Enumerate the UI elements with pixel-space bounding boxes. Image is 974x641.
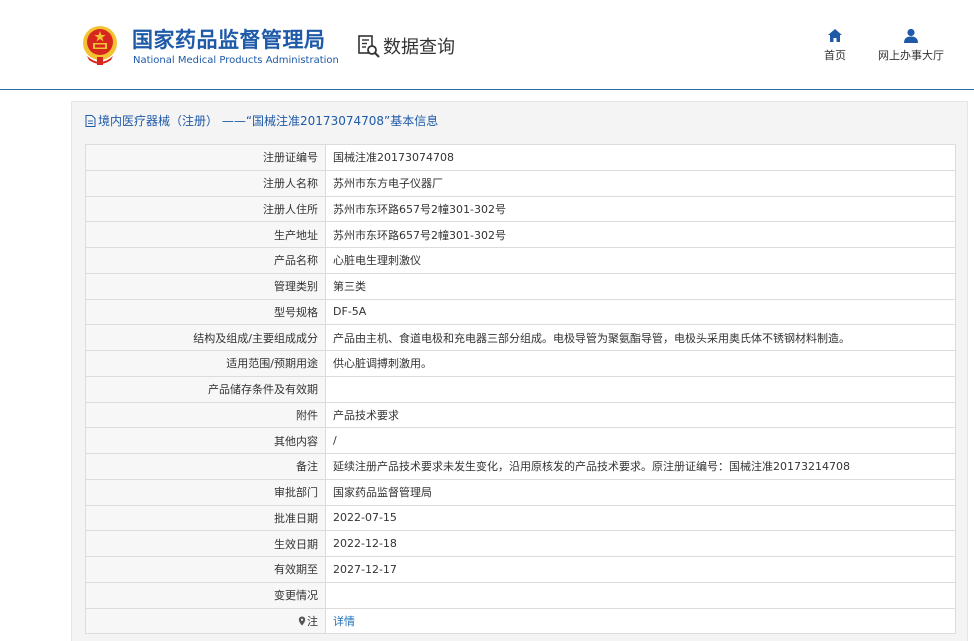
field-label: 批准日期 [85,504,326,532]
table-row: 管理类别 第三类 [85,272,956,300]
document-icon [85,114,96,127]
table-row: 注 详情 [85,607,956,635]
table-row: 注册人住所 苏州市东环路657号2幢301-302号 [85,195,956,223]
field-label: 审批部门 [85,478,326,506]
field-value [325,581,956,609]
table-row: 批准日期 2022-07-15 [85,504,956,532]
field-value: 苏州市东环路657号2幢301-302号 [325,195,956,223]
field-label: 产品名称 [85,247,326,274]
table-row: 审批部门 国家药品监督管理局 [85,478,956,506]
table-row: 注册证编号 国械注准20173074708 [85,144,956,171]
details-link[interactable]: 详情 [333,615,355,628]
field-label-note: 注 [85,607,326,635]
table-row: 适用范围/预期用途 供心脏调搏刺激用。 [85,350,956,377]
data-query-title[interactable]: 数据查询 [357,33,455,59]
nav-home[interactable]: 首页 [821,28,849,63]
field-label: 型号规格 [85,298,326,326]
org-name-en: National Medical Products Administration [133,55,339,66]
nav-home-label: 首页 [824,49,846,62]
field-value: 详情 [325,607,956,635]
table-row: 注册人名称 苏州市东方电子仪器厂 [85,169,956,197]
field-value: 苏州市东方电子仪器厂 [325,169,956,197]
field-value: 产品由主机、食道电极和充电器三部分组成。电极导管为聚氨酯导管，电极头采用奥氏体不… [325,324,956,351]
field-label: 有效期至 [85,556,326,583]
field-label: 其他内容 [85,427,326,454]
table-row: 产品储存条件及有效期 [85,375,956,403]
panel-title: 境内医疗器械（注册） ——“国械注准20173074708”基本信息 [85,112,438,129]
nav-online-service-hall-label: 网上办事大厅 [878,49,944,62]
field-label: 注册人住所 [85,195,326,223]
table-row: 其他内容 / [85,427,956,454]
document-search-icon [358,35,380,58]
table-row: 备注 延续注册产品技术要求未发生变化，沿用原核发的产品技术要求。原注册证编号：国械… [85,453,956,480]
field-value: 国家药品监督管理局 [325,478,956,506]
field-label: 注册人名称 [85,169,326,197]
table-row: 产品名称 心脏电生理刺激仪 [85,247,956,274]
data-query-label: 数据查询 [383,37,455,58]
table-row: 结构及组成/主要组成成分 产品由主机、食道电极和充电器三部分组成。电极导管为聚氨酯… [85,324,956,351]
table-row: 变更情况 [85,581,956,609]
table-row: 型号规格 DF-5A [85,298,956,326]
field-value: 2022-12-18 [325,530,956,557]
org-name-cn[interactable]: 国家药品监督管理局 [132,24,326,54]
nav-online-service-hall[interactable]: 网上办事大厅 [877,28,945,63]
pin-icon [298,616,306,626]
table-row: 有效期至 2027-12-17 [85,556,956,583]
field-value: DF-5A [325,298,956,326]
field-label: 生产地址 [85,221,326,248]
detail-panel: 境内医疗器械（注册） ——“国械注准20173074708”基本信息 注册证编号… [71,101,968,641]
field-value: 苏州市东环路657号2幢301-302号 [325,221,956,248]
field-value: 产品技术要求 [325,401,956,429]
field-label: 管理类别 [85,272,326,300]
field-value: 延续注册产品技术要求未发生变化，沿用原核发的产品技术要求。原注册证编号：国械注准… [325,453,956,480]
field-label: 注册证编号 [85,144,326,171]
note-label-text: 注 [307,614,318,628]
field-label: 生效日期 [85,530,326,557]
site-header: 国家药品监督管理局 National Medical Products Admi… [0,0,974,90]
table-row: 生产地址 苏州市东环路657号2幢301-302号 [85,221,956,248]
panel-title-text: 境内医疗器械（注册） ——“国械注准20173074708”基本信息 [98,114,439,128]
field-label: 备注 [85,453,326,480]
field-value [325,375,956,403]
field-value: 供心脏调搏刺激用。 [325,350,956,377]
field-label: 变更情况 [85,581,326,609]
field-value: / [325,427,956,454]
table-row: 生效日期 2022-12-18 [85,530,956,557]
field-label: 附件 [85,401,326,429]
field-value: 第三类 [325,272,956,300]
field-value: 国械注准20173074708 [325,144,956,171]
field-value: 心脏电生理刺激仪 [325,247,956,274]
field-value: 2022-07-15 [325,504,956,532]
registration-info-table: 注册证编号 国械注准20173074708 注册人名称 苏州市东方电子仪器厂 注册人… [85,144,956,635]
field-value: 2027-12-17 [325,556,956,583]
home-icon [828,29,842,42]
user-icon [904,28,918,43]
table-row: 附件 产品技术要求 [85,401,956,429]
national-emblem-icon [83,26,117,65]
field-label: 产品储存条件及有效期 [85,375,326,403]
field-label: 结构及组成/主要组成成分 [85,324,326,351]
field-label: 适用范围/预期用途 [85,350,326,377]
